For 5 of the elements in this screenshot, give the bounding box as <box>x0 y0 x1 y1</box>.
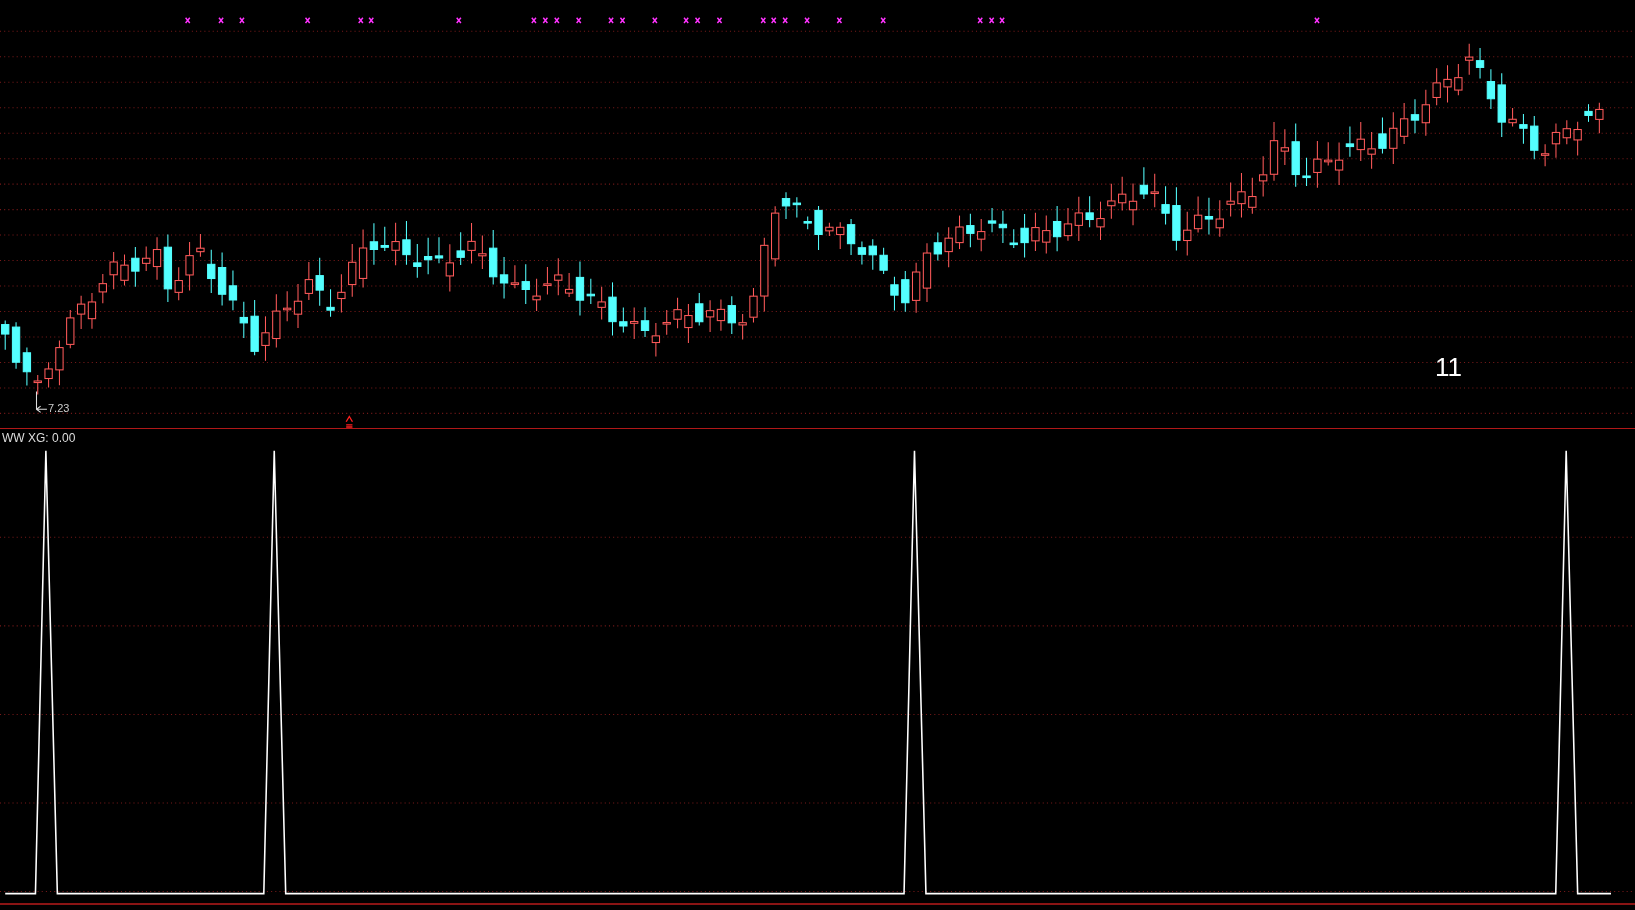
low-price-label: 7.23 <box>48 402 70 414</box>
indicator-legend: WW XG: 0.00 <box>2 431 76 445</box>
number-label: 11 <box>1435 352 1462 383</box>
low-pointer-icon <box>36 390 48 413</box>
signal-arrow-icon <box>345 415 354 428</box>
